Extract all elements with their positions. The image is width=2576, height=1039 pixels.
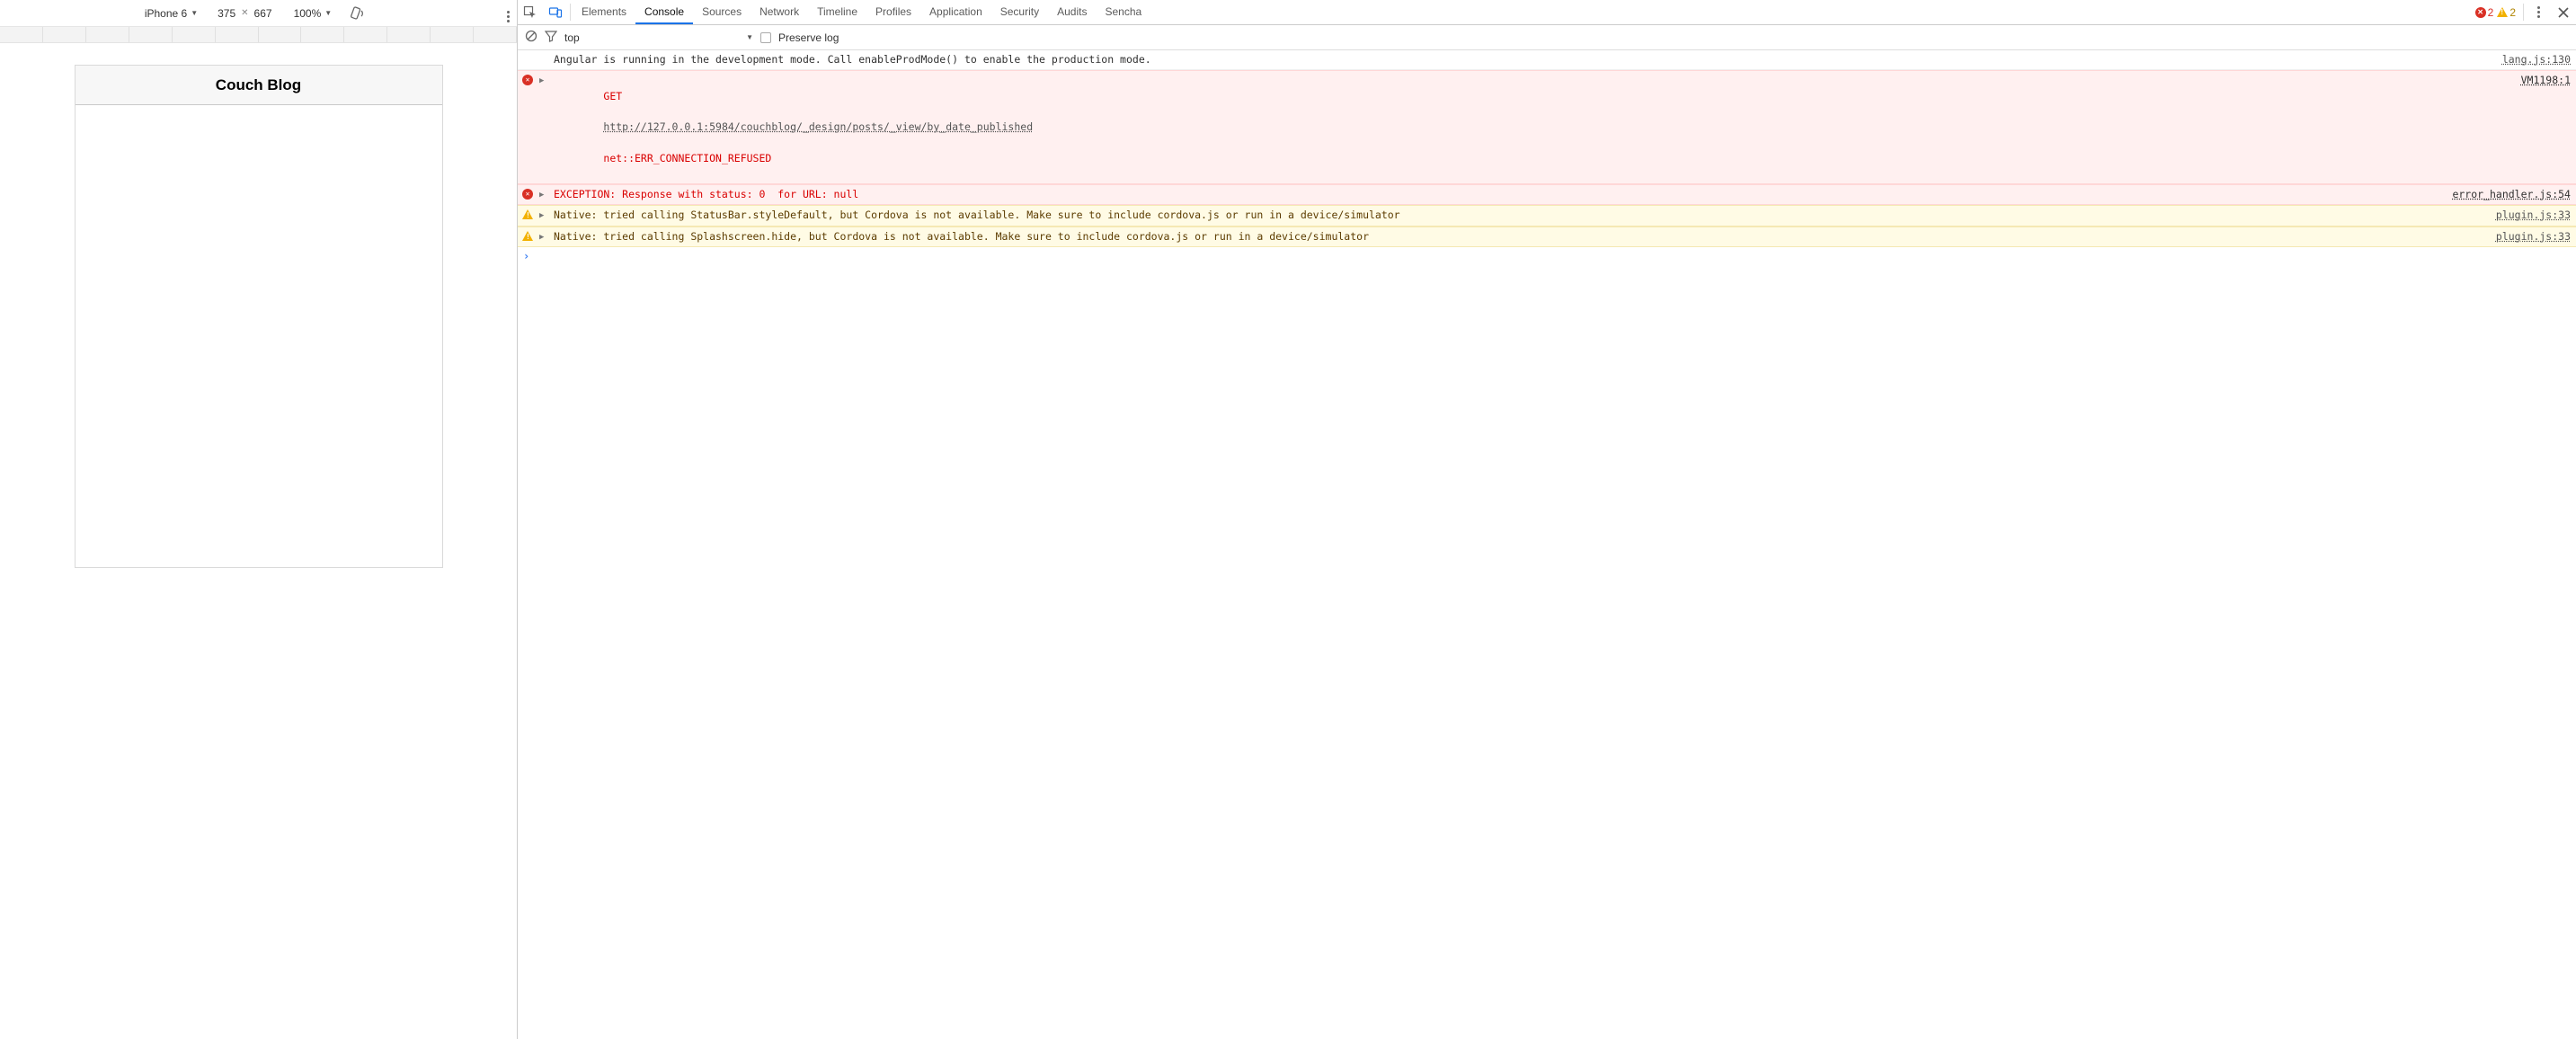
expand-icon[interactable]: ▶ <box>539 73 548 88</box>
row-gutter <box>521 229 534 241</box>
warning-icon <box>2497 7 2508 17</box>
http-method: GET <box>603 90 622 102</box>
device-mode-icon[interactable] <box>543 0 568 24</box>
log-message: Native: tried calling StatusBar.styleDef… <box>554 208 2483 223</box>
chevron-down-icon: ▼ <box>324 9 332 17</box>
log-source-link[interactable]: plugin.js:33 <box>2489 208 2571 223</box>
console-row: ▶ Native: tried calling Splashscreen.hid… <box>518 226 2576 247</box>
tab-label: Audits <box>1057 5 1087 18</box>
row-gutter <box>521 208 534 219</box>
tab-application[interactable]: Application <box>920 0 991 24</box>
tab-label: Sencha <box>1105 5 1141 18</box>
device-pane: iPhone 6 ▼ 375 ✕ 667 100% ▼ Couch Blog <box>0 0 518 1039</box>
tab-network[interactable]: Network <box>751 0 808 24</box>
prompt-caret-icon: › <box>523 250 529 262</box>
tab-elements[interactable]: Elements <box>573 0 635 24</box>
device-frame: Couch Blog <box>75 65 443 568</box>
tab-sources[interactable]: Sources <box>693 0 751 24</box>
app-title: Couch Blog <box>216 76 301 94</box>
log-source-link[interactable]: error_handler.js:54 <box>2445 187 2571 202</box>
net-error: net::ERR_CONNECTION_REFUSED <box>603 152 771 164</box>
device-stage: Couch Blog <box>0 43 517 1039</box>
tab-label: Security <box>1000 5 1039 18</box>
error-icon: ✕ <box>522 75 533 85</box>
preserve-log-label: Preserve log <box>778 31 839 44</box>
ruler <box>0 27 517 43</box>
tab-label: Elements <box>582 5 626 18</box>
tab-label: Timeline <box>817 5 857 18</box>
warning-count: 2 <box>2509 6 2516 19</box>
log-source-link[interactable]: VM1198:1 <box>2514 73 2571 88</box>
console-prompt[interactable]: › <box>518 247 2576 265</box>
tab-audits[interactable]: Audits <box>1048 0 1096 24</box>
row-gutter: ✕ <box>521 73 534 85</box>
tab-security[interactable]: Security <box>991 0 1048 24</box>
dimension-x: ✕ <box>241 8 248 18</box>
chevron-down-icon: ▼ <box>191 9 198 17</box>
tab-timeline[interactable]: Timeline <box>808 0 866 24</box>
device-height[interactable]: 667 <box>254 7 272 20</box>
close-icon[interactable] <box>2551 0 2576 24</box>
app-header: Couch Blog <box>76 66 442 105</box>
request-url[interactable]: http://127.0.0.1:5984/couchblog/_design/… <box>603 120 1033 133</box>
console-row: Angular is running in the development mo… <box>518 50 2576 70</box>
tab-profiles[interactable]: Profiles <box>866 0 920 24</box>
expand-icon[interactable]: ▶ <box>539 229 548 244</box>
warning-icon <box>522 231 533 241</box>
devtools-pane: Elements Console Sources Network Timelin… <box>518 0 2576 1039</box>
chevron-down-icon: ▼ <box>746 33 753 41</box>
preserve-log-checkbox[interactable] <box>760 32 771 43</box>
status-counters[interactable]: ✕ 2 2 <box>2470 0 2521 24</box>
console-row: ✕ ▶ EXCEPTION: Response with status: 0 f… <box>518 184 2576 205</box>
error-count: 2 <box>2488 6 2494 19</box>
device-name: iPhone 6 <box>145 7 187 20</box>
log-source-link[interactable]: plugin.js:33 <box>2489 229 2571 244</box>
filter-icon[interactable] <box>545 30 557 45</box>
tab-label: Network <box>759 5 799 18</box>
row-gutter <box>521 52 534 54</box>
row-gutter: ✕ <box>521 187 534 200</box>
log-message: Angular is running in the development mo… <box>554 52 2490 67</box>
context-value: top <box>564 31 580 44</box>
console-output: Angular is running in the development mo… <box>518 50 2576 1039</box>
log-message: EXCEPTION: Response with status: 0 for U… <box>554 187 2439 202</box>
warning-icon <box>522 209 533 219</box>
row-expander <box>539 52 548 55</box>
console-toolbar: top ▼ Preserve log <box>518 25 2576 50</box>
warning-count-badge[interactable]: 2 <box>2497 6 2516 19</box>
tab-console[interactable]: Console <box>635 0 693 24</box>
console-row: ✕ ▶ GET http://127.0.0.1:5984/couchblog/… <box>518 70 2576 184</box>
zoom-value: 100% <box>294 7 322 20</box>
console-row: ▶ Native: tried calling StatusBar.styleD… <box>518 205 2576 226</box>
context-select[interactable]: top ▼ <box>564 31 753 44</box>
expand-icon[interactable]: ▶ <box>539 208 548 223</box>
tab-label: Sources <box>702 5 742 18</box>
device-toolbar: iPhone 6 ▼ 375 ✕ 667 100% ▼ <box>0 0 517 27</box>
tab-label: Console <box>644 5 684 18</box>
log-message: Native: tried calling Splashscreen.hide,… <box>554 229 2483 244</box>
rotate-icon[interactable] <box>350 6 364 21</box>
expand-icon[interactable]: ▶ <box>539 187 548 202</box>
error-icon: ✕ <box>2475 7 2486 18</box>
device-select[interactable]: iPhone 6 ▼ <box>145 7 198 20</box>
more-icon[interactable] <box>507 4 510 22</box>
tab-sencha[interactable]: Sencha <box>1096 0 1150 24</box>
more-icon[interactable] <box>2526 0 2551 24</box>
error-icon: ✕ <box>522 189 533 200</box>
device-width[interactable]: 375 <box>218 7 235 20</box>
zoom-select[interactable]: 100% ▼ <box>294 7 333 20</box>
log-message: GET http://127.0.0.1:5984/couchblog/_des… <box>554 73 2509 182</box>
error-count-badge[interactable]: ✕ 2 <box>2475 6 2494 19</box>
tab-label: Application <box>929 5 982 18</box>
devtools-tabbar: Elements Console Sources Network Timelin… <box>518 0 2576 25</box>
clear-console-icon[interactable] <box>525 30 537 45</box>
console-input[interactable] <box>535 250 2571 262</box>
log-source-link[interactable]: lang.js:130 <box>2495 52 2571 67</box>
inspect-icon[interactable] <box>518 0 543 24</box>
tab-label: Profiles <box>875 5 911 18</box>
